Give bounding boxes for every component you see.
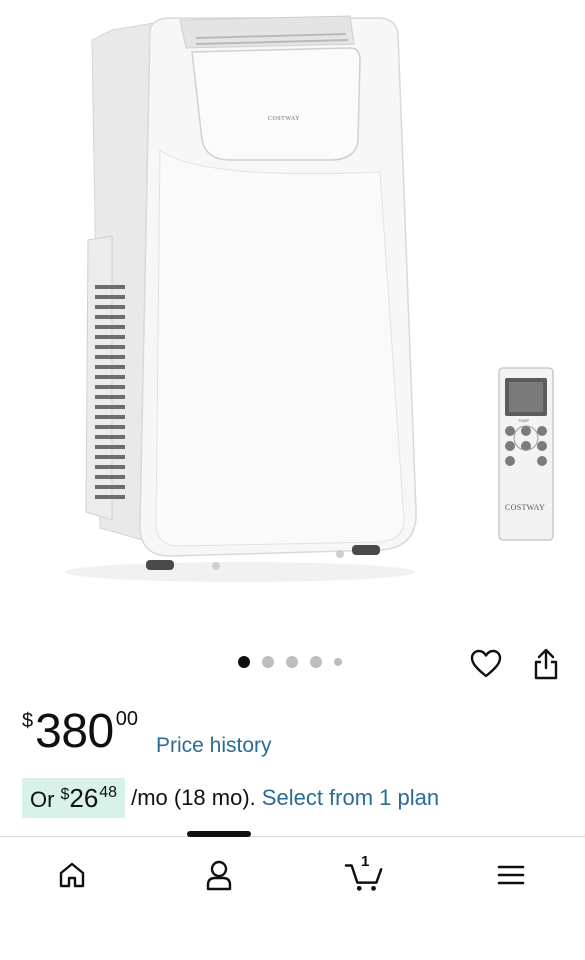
monthly-payment-row: Or $ 26 48 /mo (18 mo). Select from 1 pl… bbox=[22, 778, 439, 818]
carousel-dot[interactable] bbox=[310, 656, 322, 668]
nav-home-button[interactable] bbox=[52, 855, 92, 895]
heart-icon bbox=[470, 649, 502, 678]
product-image[interactable]: COSTWAY TEMP COSTWAY bbox=[0, 0, 585, 640]
drag-handle[interactable] bbox=[187, 831, 251, 837]
carousel-dot[interactable] bbox=[262, 656, 274, 668]
air-conditioner-illustration bbox=[65, 15, 554, 582]
image-carousel-indicator[interactable] bbox=[238, 656, 342, 668]
monthly-payment-badge: Or $ 26 48 bbox=[22, 778, 126, 818]
share-button[interactable] bbox=[528, 646, 564, 682]
remote-temp-label: TEMP bbox=[518, 418, 530, 423]
monthly-price-fraction: 48 bbox=[99, 784, 118, 801]
nav-menu-button[interactable] bbox=[491, 855, 531, 895]
select-plan-link[interactable]: Select from 1 plan bbox=[262, 785, 439, 811]
price-currency-symbol: $ bbox=[22, 710, 34, 732]
price-block: $ 380 00 Price history bbox=[22, 700, 272, 764]
menu-icon bbox=[497, 865, 525, 885]
carousel-dot[interactable] bbox=[286, 656, 298, 668]
account-icon bbox=[206, 860, 232, 891]
monthly-term-text: /mo (18 mo). bbox=[131, 785, 256, 810]
nav-cart-button[interactable]: 1 bbox=[344, 853, 384, 895]
brand-logo: COSTWAY bbox=[268, 116, 300, 122]
home-icon bbox=[59, 862, 85, 888]
carousel-dot[interactable] bbox=[238, 656, 250, 668]
price-whole: 380 bbox=[35, 705, 114, 758]
price-fraction: 00 bbox=[115, 708, 138, 730]
monthly-currency-symbol: $ bbox=[60, 786, 70, 803]
share-icon bbox=[534, 648, 558, 680]
monthly-price-whole: 26 bbox=[69, 783, 99, 813]
price-history-link[interactable]: Price history bbox=[156, 734, 272, 758]
wishlist-button[interactable] bbox=[468, 646, 504, 682]
nav-account-button[interactable] bbox=[199, 855, 239, 895]
cart-count-badge: 1 bbox=[361, 853, 370, 870]
bottom-navigation-bar: 1 bbox=[0, 831, 585, 960]
carousel-dot[interactable] bbox=[334, 658, 342, 666]
monthly-or-label: Or bbox=[30, 787, 55, 812]
remote-brand-logo: COSTWAY bbox=[505, 503, 546, 512]
